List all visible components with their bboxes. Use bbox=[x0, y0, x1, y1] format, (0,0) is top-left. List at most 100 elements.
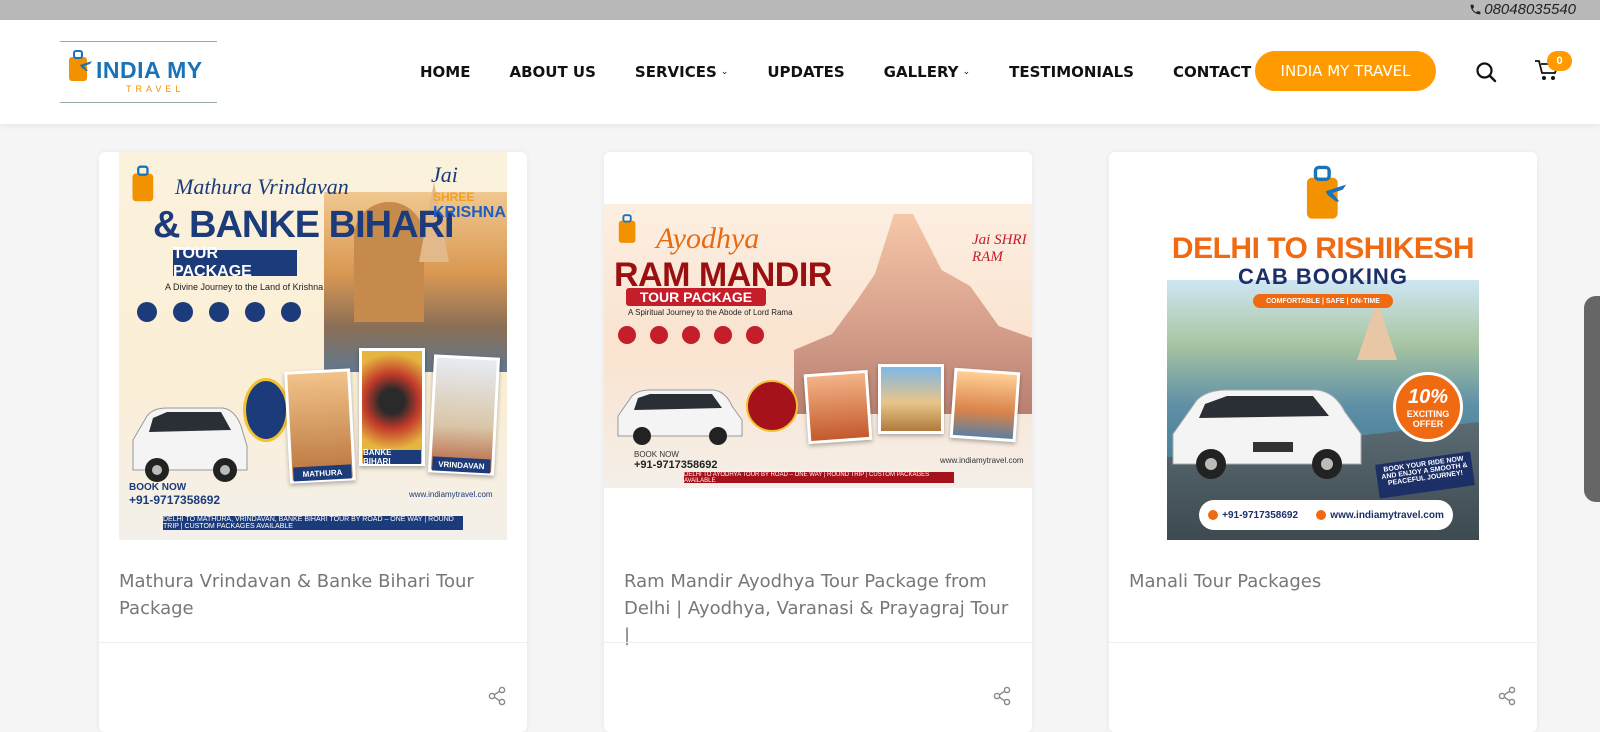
nav-about-us[interactable]: ABOUT US bbox=[509, 63, 595, 81]
nav-gallery[interactable]: GALLERY ⌄ bbox=[884, 63, 970, 81]
nav-testimonials[interactable]: TESTIMONIALS bbox=[1009, 63, 1134, 81]
globe-icon bbox=[1316, 509, 1327, 520]
poster-line2: & BANKE BIHARI bbox=[153, 204, 455, 246]
meal-icon bbox=[714, 326, 732, 344]
card-divider bbox=[99, 642, 527, 643]
offer-percent: 10% bbox=[1407, 385, 1449, 408]
taxi-icon bbox=[650, 326, 668, 344]
poster-corner-krishna: SHREE KRISHNA bbox=[433, 190, 506, 222]
poster-frame-vrindavan: VRINDAVAN bbox=[427, 354, 501, 476]
nav-label: GALLERY bbox=[883, 63, 959, 81]
share-icon[interactable] bbox=[1497, 686, 1517, 706]
nav-label: UPDATES bbox=[767, 63, 845, 81]
poster-feature-icons bbox=[618, 326, 764, 344]
driver-icon bbox=[281, 302, 301, 322]
tour-card[interactable]: DELHI TO RISHIKESH CAB BOOKING COMFORTAB… bbox=[1109, 152, 1537, 732]
nav-label: SERVICES bbox=[634, 63, 717, 81]
poster-band: TOUR PACKAGE bbox=[173, 245, 297, 280]
poster-offer-badge: 10% EXCITING OFFER bbox=[1393, 372, 1463, 442]
floating-side-tab[interactable] bbox=[1584, 296, 1600, 502]
cart-count-badge: 0 bbox=[1547, 51, 1572, 71]
top-phone[interactable]: 08048035540 bbox=[1469, 1, 1576, 18]
hotel-icon bbox=[682, 326, 700, 344]
poster-corner: Jai SHRI RAM bbox=[972, 232, 1027, 265]
frame-caption: MATHURA bbox=[293, 464, 352, 482]
poster-phone-wrap: +91-9717358692 bbox=[1208, 510, 1298, 521]
poster-phone: +91-9717358692 bbox=[129, 493, 221, 507]
poster-frame-1 bbox=[803, 369, 873, 445]
poster-phone: +91-9717358692 bbox=[634, 459, 718, 471]
temple-icon bbox=[137, 302, 157, 322]
poster-footer: DELHI TO AYODHYA TOUR BY ROAD – ONE WAY … bbox=[684, 472, 954, 484]
meal-icon bbox=[245, 302, 265, 322]
offer-line2: OFFER bbox=[1412, 418, 1444, 429]
main-nav: HOME ABOUT US SERVICES ⌄ UPDATES GALLERY ⌄… bbox=[420, 63, 1290, 81]
poster-footer: DELHI TO MATHURA, VRINDAVAN, BANKE BIHAR… bbox=[163, 516, 463, 530]
car-image bbox=[617, 389, 743, 445]
frame-caption: BANKE BIHARI bbox=[363, 448, 421, 466]
tour-card[interactable]: Mathura Vrindavan & BANKE BIHARI TOUR PA… bbox=[99, 152, 527, 732]
phone-number: 08048035540 bbox=[1484, 1, 1576, 18]
driver-icon bbox=[746, 326, 764, 344]
chevron-down-icon: ⌄ bbox=[720, 67, 729, 77]
chevron-down-icon: ⌄ bbox=[962, 67, 971, 77]
poster-corner-jai: Jai bbox=[431, 162, 458, 187]
nav-updates[interactable]: UPDATES bbox=[767, 63, 844, 81]
nav-label: TESTIMONIALS bbox=[1009, 63, 1134, 81]
luggage-plane-icon bbox=[1306, 165, 1347, 219]
card-divider bbox=[1109, 642, 1537, 643]
poster-feature-icons bbox=[137, 302, 301, 322]
poster-frame-mathura: MATHURA bbox=[284, 368, 356, 484]
nav-label: HOME bbox=[420, 63, 471, 81]
poster-corner-name: KRISHNA bbox=[433, 204, 506, 221]
poster-pill: COMFORTABLE | SAFE | ON-TIME bbox=[1253, 294, 1393, 308]
nav-label: ABOUT US bbox=[509, 63, 596, 81]
luggage-plane-icon bbox=[618, 214, 636, 243]
poster-website: www.indiamytravel.com bbox=[1330, 509, 1444, 521]
poster-corner-shree: SHREE bbox=[433, 190, 475, 204]
card-title[interactable]: Ram Mandir Ayodhya Tour Package from Del… bbox=[624, 568, 1014, 649]
poster-frame-3 bbox=[949, 367, 1021, 443]
card-title[interactable]: Manali Tour Packages bbox=[1129, 568, 1519, 595]
poster-line1: Ayodhya bbox=[656, 222, 760, 255]
card-divider bbox=[604, 642, 1032, 643]
tour-poster-image[interactable]: Mathura Vrindavan & BANKE BIHARI TOUR PA… bbox=[119, 152, 507, 540]
logo-wordmark: INDIA MY bbox=[96, 57, 203, 83]
temple-icon bbox=[618, 326, 636, 344]
logo-rule-top bbox=[60, 41, 217, 42]
poster-special-seal bbox=[243, 378, 289, 442]
luggage-plane-icon bbox=[69, 50, 92, 81]
site-header: INDIA MY TRAVEL HOME ABOUT US SERVICES ⌄ … bbox=[0, 20, 1600, 124]
car-image bbox=[1172, 389, 1362, 479]
tour-poster-image[interactable]: Ayodhya RAM MANDIR TOUR PACKAGE A Spirit… bbox=[604, 204, 1032, 488]
frame-caption: VRINDAVAN bbox=[432, 456, 491, 474]
luggage-plane-icon bbox=[132, 165, 154, 202]
nav-services[interactable]: SERVICES ⌄ bbox=[635, 63, 728, 81]
taxi-icon bbox=[173, 302, 193, 322]
car-image bbox=[132, 407, 248, 482]
tour-poster-image[interactable]: DELHI TO RISHIKESH CAB BOOKING COMFORTAB… bbox=[1167, 152, 1479, 540]
top-bar: 08048035540 bbox=[0, 0, 1600, 20]
card-title[interactable]: Mathura Vrindavan & Banke Bihari Tour Pa… bbox=[119, 568, 509, 622]
phone-icon bbox=[1208, 509, 1219, 520]
phone-icon bbox=[1470, 4, 1481, 15]
nav-home[interactable]: HOME bbox=[420, 63, 470, 81]
nav-contact[interactable]: CONTACT bbox=[1173, 63, 1251, 81]
poster-frame-banke-bihari: BANKE BIHARI bbox=[359, 348, 425, 466]
share-icon[interactable] bbox=[487, 686, 507, 706]
poster-website: www.indiamytravel.com bbox=[940, 456, 1024, 465]
poster-special-seal bbox=[746, 380, 798, 432]
search-icon[interactable] bbox=[1474, 60, 1498, 84]
poster-frame-2 bbox=[878, 364, 944, 434]
share-icon[interactable] bbox=[992, 686, 1012, 706]
poster-book-now: BOOK NOW +91-9717358692 bbox=[634, 450, 718, 471]
logo-subtitle: TRAVEL bbox=[126, 84, 185, 94]
nav-label: CONTACT bbox=[1173, 63, 1252, 81]
poster-book-now: BOOK NOW +91-9717358692 bbox=[129, 482, 220, 507]
book-label: BOOK NOW bbox=[129, 482, 187, 493]
india-my-travel-button[interactable]: INDIA MY TRAVEL bbox=[1255, 51, 1436, 91]
logo-rule-bottom bbox=[60, 102, 217, 103]
site-logo[interactable]: INDIA MY TRAVEL bbox=[60, 41, 217, 103]
poster-line2: CAB BOOKING bbox=[1238, 264, 1408, 289]
tour-card[interactable]: Ayodhya RAM MANDIR TOUR PACKAGE A Spirit… bbox=[604, 152, 1032, 732]
